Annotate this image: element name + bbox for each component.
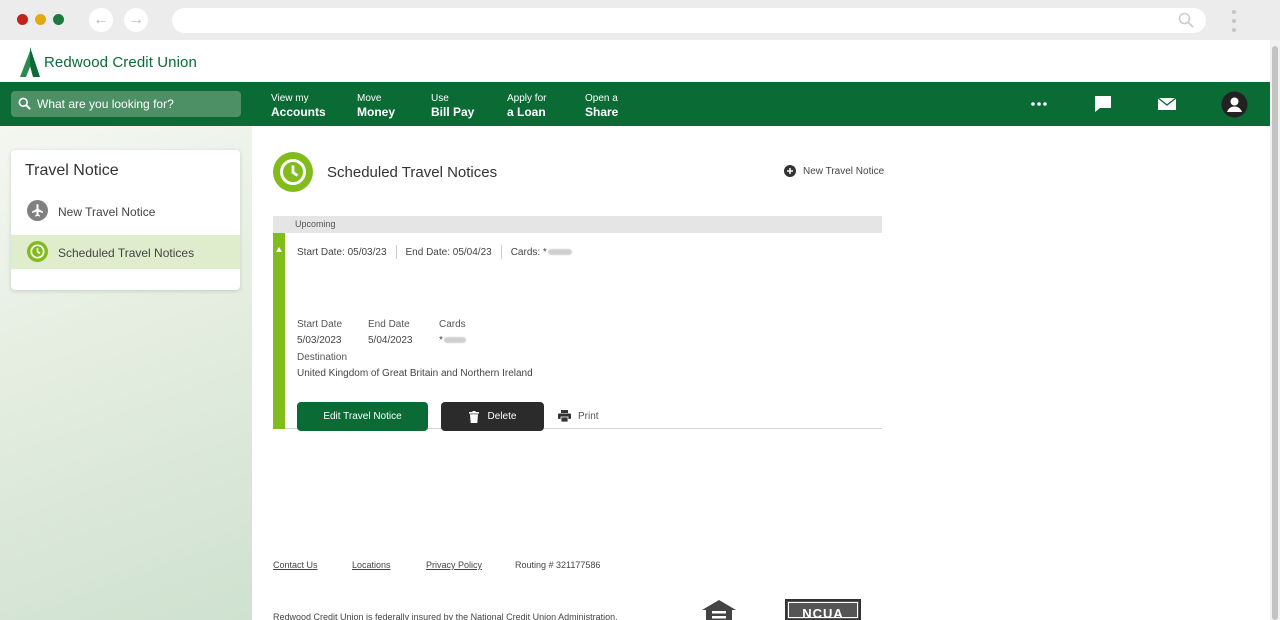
main-navigation: What are you looking for? View my Accoun… [0, 82, 1270, 126]
travel-notice-card: Start Date: 05/03/23 End Date: 05/04/23 … [273, 233, 882, 431]
print-button[interactable]: Print [558, 410, 599, 422]
nav-apply-loan[interactable]: Apply for a Loan [507, 93, 546, 119]
clock-icon [273, 152, 313, 192]
end-date-label: End Date [368, 319, 410, 330]
redacted-card-number [443, 337, 466, 344]
search-icon [18, 97, 31, 110]
brand-name: Redwood Credit Union [44, 53, 197, 71]
brand-logo[interactable]: Redwood Credit Union [20, 44, 197, 80]
browser-back-button[interactable]: ← [89, 8, 113, 32]
nav-view-accounts[interactable]: View my Accounts [271, 93, 326, 119]
sidebar-item-new-travel-notice[interactable]: New Travel Notice [11, 194, 240, 228]
footer-disclaimer: Redwood Credit Union is federally insure… [273, 612, 618, 620]
nav-line2: Share [585, 105, 619, 119]
redwood-tree-icon [20, 47, 40, 77]
ncua-badge: NCUA [785, 599, 861, 620]
sidebar-title: Travel Notice [25, 162, 119, 179]
notice-summary: Start Date: 05/03/23 End Date: 05/04/23 … [297, 245, 572, 259]
address-bar[interactable] [172, 8, 1206, 33]
start-date-value: 5/03/2023 [297, 335, 342, 346]
chevron-up-icon[interactable] [276, 247, 282, 252]
nav-line2: a Loan [507, 105, 546, 119]
printer-icon [558, 410, 571, 422]
routing-number: Routing # 321177586 [515, 560, 601, 570]
browser-forward-button[interactable]: → [124, 8, 148, 32]
nav-line2: Accounts [271, 105, 326, 119]
print-label: Print [578, 410, 599, 422]
edit-travel-notice-button[interactable]: Edit Travel Notice [297, 402, 428, 431]
destination-value: United Kingdom of Great Britain and Nort… [297, 368, 533, 379]
cards-value-row: * [439, 335, 466, 346]
window-minimize-dot[interactable] [35, 14, 46, 25]
nav-open-share[interactable]: Open a Share [585, 93, 618, 119]
sidebar-item-label: Scheduled Travel Notices [58, 246, 195, 260]
cards-value: * [439, 335, 443, 346]
equal-housing-lender-icon [702, 600, 736, 620]
web-page: Redwood Credit Union What are you lookin… [0, 40, 1270, 620]
delete-button[interactable]: Delete [441, 402, 544, 431]
browser-chrome: ← → [0, 0, 1280, 40]
nav-line1: Move [357, 93, 382, 104]
nav-line1: View my [271, 93, 309, 104]
browser-menu-icon[interactable] [1230, 8, 1238, 34]
nav-line1: Use [431, 93, 449, 104]
cards-label: Cards [439, 319, 466, 330]
sidebar-item-label: New Travel Notice [58, 205, 156, 219]
destination-label: Destination [297, 352, 348, 363]
trash-icon [468, 410, 479, 423]
airplane-icon [27, 200, 48, 221]
footer-link-contact-us[interactable]: Contact Us [273, 560, 318, 570]
nav-line2: Money [357, 105, 396, 119]
new-travel-notice-label: New Travel Notice [803, 165, 885, 177]
footer-link-locations[interactable]: Locations [352, 560, 391, 570]
clock-icon [27, 241, 48, 262]
sidebar-card: Travel Notice New Travel Notice Schedule… [11, 150, 240, 290]
nav-line1: Open a [585, 93, 618, 104]
search-placeholder: What are you looking for? [37, 97, 174, 111]
window-close-dot[interactable] [17, 14, 28, 25]
scrollbar-thumb[interactable] [1272, 46, 1278, 620]
chat-icon[interactable] [1092, 94, 1114, 114]
search-icon [1178, 12, 1194, 28]
summary-start-date: Start Date: 05/03/23 [297, 246, 387, 258]
new-travel-notice-link[interactable]: New Travel Notice [784, 165, 884, 177]
nav-move-money[interactable]: Move Money [357, 93, 395, 119]
summary-end-date: End Date: 05/04/23 [405, 246, 492, 258]
page-title: Scheduled Travel Notices [327, 164, 498, 181]
site-search-input[interactable]: What are you looking for? [11, 91, 241, 117]
sidebar-item-scheduled-travel-notices[interactable]: Scheduled Travel Notices [11, 235, 240, 269]
divider [500, 245, 502, 259]
profile-icon[interactable] [1221, 91, 1248, 118]
divider [395, 245, 397, 259]
delete-label: Delete [487, 411, 517, 422]
window-maximize-dot[interactable] [53, 14, 64, 25]
nav-line1: Apply for [507, 93, 547, 104]
section-header-upcoming: Upcoming [273, 216, 882, 233]
more-icon[interactable] [1028, 94, 1050, 114]
summary-cards: Cards: * [510, 246, 547, 258]
mail-icon[interactable] [1156, 94, 1178, 114]
nav-line2: Bill Pay [431, 105, 475, 119]
footer-link-privacy-policy[interactable]: Privacy Policy [426, 560, 482, 570]
plus-circle-icon [784, 165, 796, 177]
start-date-label: Start Date [297, 319, 343, 330]
end-date-value: 5/04/2023 [368, 335, 413, 346]
notice-status-bar[interactable] [273, 233, 285, 429]
redacted-card-number [547, 249, 572, 255]
page-scrollbar[interactable] [1270, 40, 1280, 620]
nav-bill-pay[interactable]: Use Bill Pay [431, 93, 474, 119]
